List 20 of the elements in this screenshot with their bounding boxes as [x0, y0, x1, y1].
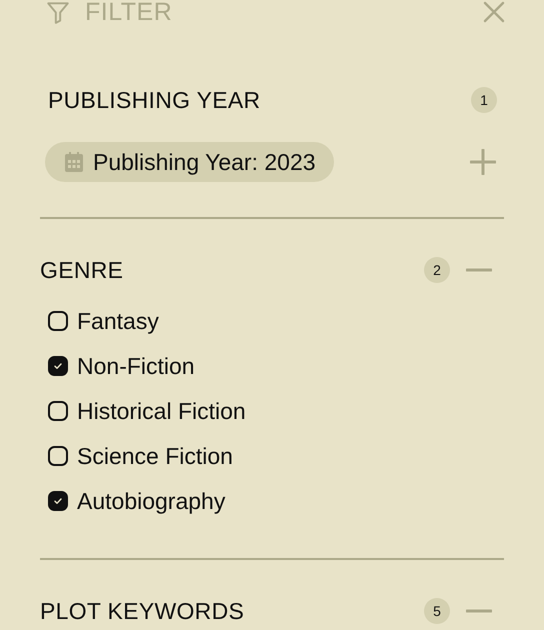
filter-icon — [45, 0, 71, 25]
count-badge: 2 — [424, 257, 450, 283]
count-badge: 1 — [471, 87, 497, 113]
section-title: PUBLISHING YEAR — [48, 86, 260, 114]
option-label[interactable]: Autobiography — [77, 488, 226, 514]
option-label[interactable]: Fantasy — [77, 308, 159, 334]
option-label[interactable]: Non-Fiction — [77, 352, 195, 380]
section-title: GENRE — [40, 256, 124, 284]
count-badge: 5 — [424, 598, 450, 624]
filter-title: FILTER — [85, 0, 172, 26]
option-label[interactable]: Historical Fiction — [77, 398, 246, 424]
option-label[interactable]: Science Fiction — [77, 442, 233, 470]
filter-chip[interactable]: Publishing Year: 2023 — [45, 142, 334, 182]
calendar-icon — [65, 152, 83, 172]
checkbox[interactable] — [48, 356, 68, 376]
checkbox[interactable] — [48, 311, 68, 331]
section-title: PLOT KEYWORDS — [40, 598, 244, 624]
checkbox[interactable] — [48, 446, 68, 466]
checkbox[interactable] — [48, 401, 68, 421]
checkbox[interactable] — [48, 491, 68, 511]
